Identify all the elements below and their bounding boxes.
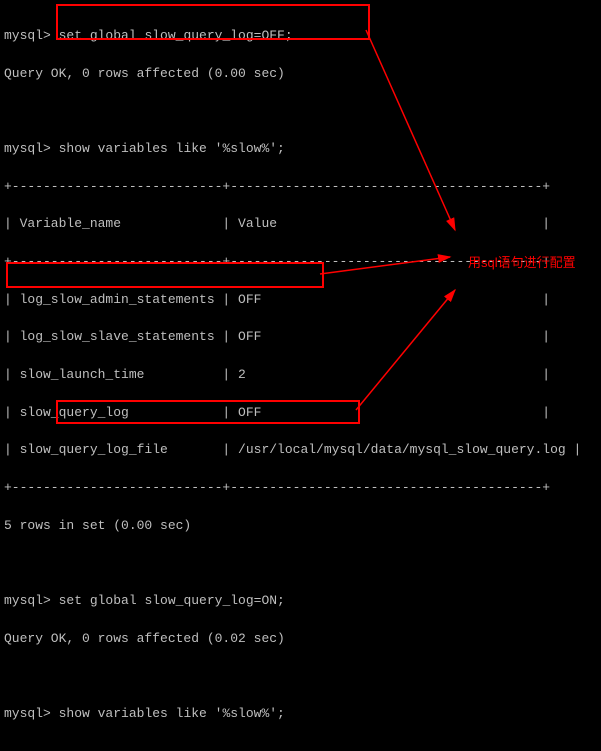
table-row: | slow_query_log | OFF | [4, 404, 597, 423]
mysql-prompt: mysql> [4, 28, 51, 43]
query-response: Query OK, 0 rows affected (0.02 sec) [4, 630, 597, 649]
sql-command-set-off: set global slow_query_log=OFF; [59, 28, 293, 43]
table-row: | log_slow_admin_statements | OFF | [4, 291, 597, 310]
table-border: +---------------------------+-----------… [4, 178, 597, 197]
table-header: | Variable_name | Value | [4, 215, 597, 234]
table-row: | slow_query_log_file | /usr/local/mysql… [4, 441, 597, 460]
sql-command-show-vars: show variables like '%slow%'; [59, 706, 285, 721]
table-row: | slow_launch_time | 2 | [4, 366, 597, 385]
mysql-prompt: mysql> [4, 141, 51, 156]
mysql-prompt: mysql> [4, 706, 51, 721]
mysql-prompt: mysql> [4, 593, 51, 608]
sql-command-show-vars: show variables like '%slow%'; [59, 141, 285, 156]
sql-command-set-on: set global slow_query_log=ON; [59, 593, 285, 608]
rows-summary: 5 rows in set (0.00 sec) [4, 517, 597, 536]
table-border: +---------------------------+-----------… [4, 479, 597, 498]
terminal-output: mysql> set global slow_query_log=OFF; Qu… [0, 0, 601, 751]
annotation-label: 用sql语句进行配置 [468, 252, 576, 271]
query-response: Query OK, 0 rows affected (0.00 sec) [4, 65, 597, 84]
table-row: | log_slow_slave_statements | OFF | [4, 328, 597, 347]
